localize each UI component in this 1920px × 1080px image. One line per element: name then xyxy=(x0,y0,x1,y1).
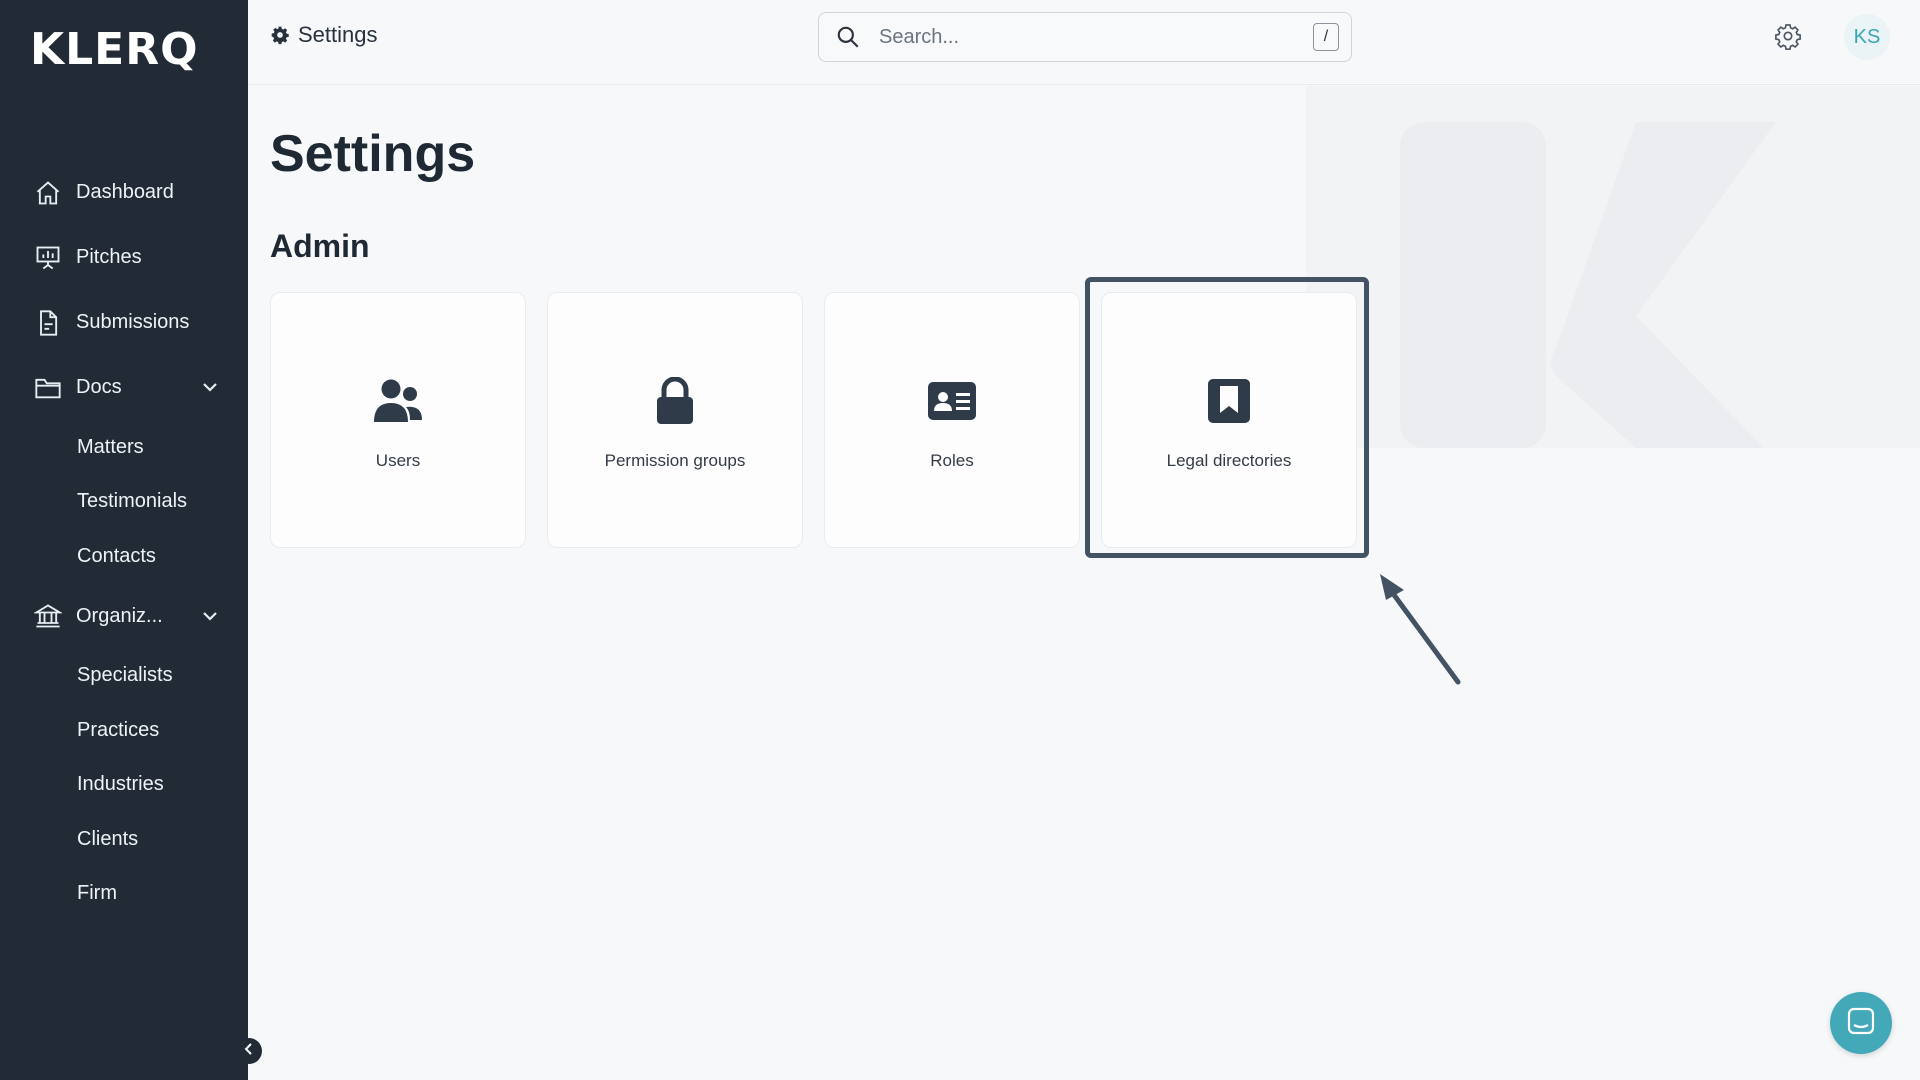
sidebar-item-label: Pitches xyxy=(76,246,142,268)
avatar[interactable]: KS xyxy=(1844,14,1890,60)
sidebar-item-submissions[interactable]: Submissions xyxy=(0,290,248,355)
card-users[interactable]: Users xyxy=(270,292,526,548)
presentation-icon xyxy=(34,244,62,272)
breadcrumb-label: Settings xyxy=(298,22,378,47)
chevron-down-icon[interactable] xyxy=(200,606,220,626)
users-icon xyxy=(372,375,424,427)
sidebar-item-label: Dashboard xyxy=(76,181,174,203)
settings-gear-icon[interactable] xyxy=(1774,22,1802,50)
page-title: Settings xyxy=(270,125,476,183)
id-card-icon xyxy=(926,375,978,427)
sidebar-item-label: Submissions xyxy=(76,311,190,333)
sidebar-item-testimonials[interactable]: Testimonials xyxy=(0,475,248,530)
sidebar-item-matters[interactable]: Matters xyxy=(0,420,248,475)
sidebar-item-practices[interactable]: Practices xyxy=(0,703,248,758)
card-label: Legal directories xyxy=(1166,451,1292,470)
chat-icon xyxy=(1846,1006,1876,1041)
gear-icon xyxy=(270,25,290,45)
sidebar-nav: Dashboard Pitches Submissions Docs Matte… xyxy=(0,160,248,921)
search-icon xyxy=(835,24,861,50)
sidebar-item-label: Organiz... xyxy=(76,604,163,627)
pointer-arrow-icon xyxy=(1380,574,1461,685)
chevron-left-icon xyxy=(242,1042,256,1061)
card-label: Roles xyxy=(930,451,974,470)
sidebar-item-firm[interactable]: Firm xyxy=(0,867,248,922)
app-logo[interactable]: KLERQ xyxy=(30,24,198,75)
breadcrumb: Settings xyxy=(270,22,378,48)
bank-icon xyxy=(34,602,62,630)
section-title: Admin xyxy=(270,228,370,264)
sidebar-item-clients[interactable]: Clients xyxy=(0,812,248,867)
search-box[interactable]: / xyxy=(818,12,1352,62)
sidebar-collapse-button[interactable] xyxy=(236,1038,262,1064)
document-icon xyxy=(34,309,62,337)
sidebar-item-label: Docs xyxy=(76,376,122,398)
sidebar-item-specialists[interactable]: Specialists xyxy=(0,649,248,704)
chevron-down-icon[interactable] xyxy=(200,377,220,397)
search-shortcut-hint: / xyxy=(1313,23,1339,51)
card-legal-directories[interactable]: Legal directories xyxy=(1101,292,1357,548)
sidebar-item-contacts[interactable]: Contacts xyxy=(0,529,248,584)
home-icon xyxy=(34,179,62,207)
bookmark-icon xyxy=(1203,375,1255,427)
sidebar-item-organization[interactable]: Organiz... xyxy=(0,584,248,649)
card-permission-groups[interactable]: Permission groups xyxy=(547,292,803,548)
sidebar-item-industries[interactable]: Industries xyxy=(0,758,248,813)
sidebar-item-dashboard[interactable]: Dashboard xyxy=(0,160,248,225)
card-label: Permission groups xyxy=(604,451,746,470)
search-input[interactable] xyxy=(877,24,1281,50)
card-label: Users xyxy=(375,451,421,470)
folder-icon xyxy=(34,374,62,402)
sidebar: KLERQ Dashboard Pitches Submissions Docs xyxy=(0,0,248,1080)
card-roles[interactable]: Roles xyxy=(824,292,1080,548)
klerq-watermark-logo xyxy=(1306,86,1920,448)
chat-launcher-button[interactable] xyxy=(1830,992,1892,1054)
sidebar-item-docs[interactable]: Docs xyxy=(0,355,248,420)
top-header: Settings / KS xyxy=(248,0,1920,85)
lock-icon xyxy=(649,375,701,427)
sidebar-item-pitches[interactable]: Pitches xyxy=(0,225,248,290)
